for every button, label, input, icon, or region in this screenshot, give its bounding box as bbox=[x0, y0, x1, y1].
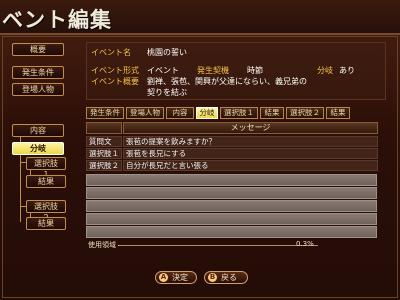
back-label: 戻る bbox=[221, 273, 237, 282]
table-row[interactable]: 選択肢２ 自分が長兄だと言い張る bbox=[86, 160, 378, 171]
event-name-value: 桃園の誓い bbox=[147, 48, 187, 57]
row-message: 自分が長兄だと言い張る bbox=[123, 160, 378, 171]
tab-branch[interactable]: 分岐 bbox=[196, 107, 218, 119]
trigger-value: 時節 bbox=[247, 66, 263, 75]
tree-item-choice1[interactable]: 選択肢１ bbox=[26, 157, 66, 179]
grid-header-message: メッセージ bbox=[123, 122, 378, 134]
characters-button[interactable]: 登場人物 bbox=[12, 83, 64, 96]
tab-choice2[interactable]: 選択肢２ bbox=[286, 107, 324, 119]
tab-characters[interactable]: 登場人物 bbox=[126, 107, 164, 119]
grid-header: メッセージ bbox=[86, 122, 378, 134]
tree-item-choice2[interactable]: 選択肢２ bbox=[26, 200, 66, 222]
event-name-label: イベント名 bbox=[91, 48, 131, 57]
tab-content[interactable]: 内容 bbox=[166, 107, 194, 119]
row-message: 張苞の提案を飲みますか？ bbox=[123, 136, 378, 147]
tree-item-result2[interactable]: 結果 bbox=[26, 217, 66, 230]
tree-connector bbox=[20, 154, 21, 222]
b-button-icon: B bbox=[208, 273, 217, 282]
window-title: ベント編集 bbox=[2, 8, 112, 32]
branch-label: 分岐 bbox=[317, 66, 333, 75]
event-summary-line1: 劉禅、張苞、関興が父達にならい、義兄弟の bbox=[147, 77, 307, 86]
row-type: 質問文 bbox=[86, 136, 122, 147]
empty-row[interactable] bbox=[86, 213, 377, 225]
trigger-condition-button[interactable]: 発生条件 bbox=[12, 66, 64, 79]
trigger-label: 発生契機 bbox=[197, 66, 229, 75]
event-format-label: イベント形式 bbox=[91, 66, 139, 75]
usage-label: 使用領域 bbox=[88, 241, 116, 249]
tab-choice1[interactable]: 選択肢１ bbox=[220, 107, 258, 119]
a-button-icon: A bbox=[159, 273, 168, 282]
branch-value: あり bbox=[339, 66, 355, 75]
empty-row[interactable] bbox=[86, 226, 377, 238]
row-type: 選択肢２ bbox=[86, 160, 122, 171]
row-type: 選択肢１ bbox=[86, 148, 122, 159]
usage-value: 0.3% bbox=[296, 240, 314, 248]
title-divider bbox=[0, 33, 400, 35]
row-message: 張苞を長兄にする bbox=[123, 148, 378, 159]
overview-button[interactable]: 概要 bbox=[12, 43, 64, 56]
title-bar: ベント編集 bbox=[0, 0, 400, 34]
confirm-label: 決定 bbox=[172, 273, 188, 282]
tree-item-result1[interactable]: 結果 bbox=[26, 175, 66, 188]
usage-fill bbox=[118, 245, 119, 246]
empty-row[interactable] bbox=[86, 174, 377, 186]
tree-item-content[interactable]: 内容 bbox=[12, 124, 64, 137]
tab-trigger-condition[interactable]: 発生条件 bbox=[86, 107, 124, 119]
tree-item-branch[interactable]: 分岐 bbox=[12, 142, 64, 155]
event-summary-label: イベント概要 bbox=[91, 77, 139, 86]
back-button[interactable]: B 戻る bbox=[204, 271, 248, 284]
event-info-panel: イベント名 桃園の誓い イベント形式 イベント 発生契機 時節 分岐 あり イベ… bbox=[86, 42, 386, 100]
tab-result2[interactable]: 結果 bbox=[326, 107, 350, 119]
empty-row[interactable] bbox=[86, 200, 377, 212]
event-format-value: イベント bbox=[147, 66, 179, 75]
confirm-button[interactable]: A 決定 bbox=[155, 271, 197, 284]
event-summary-line2: 契りを結ぶ bbox=[147, 88, 187, 97]
usage-track bbox=[118, 245, 318, 246]
usage-area: 使用領域 0.3% bbox=[86, 240, 377, 250]
grid-header-type bbox=[86, 122, 122, 134]
empty-row[interactable] bbox=[86, 187, 377, 199]
table-row[interactable]: 選択肢１ 張苞を長兄にする bbox=[86, 148, 378, 159]
table-row[interactable]: 質問文 張苞の提案を飲みますか？ bbox=[86, 136, 378, 147]
tab-result1[interactable]: 結果 bbox=[260, 107, 284, 119]
